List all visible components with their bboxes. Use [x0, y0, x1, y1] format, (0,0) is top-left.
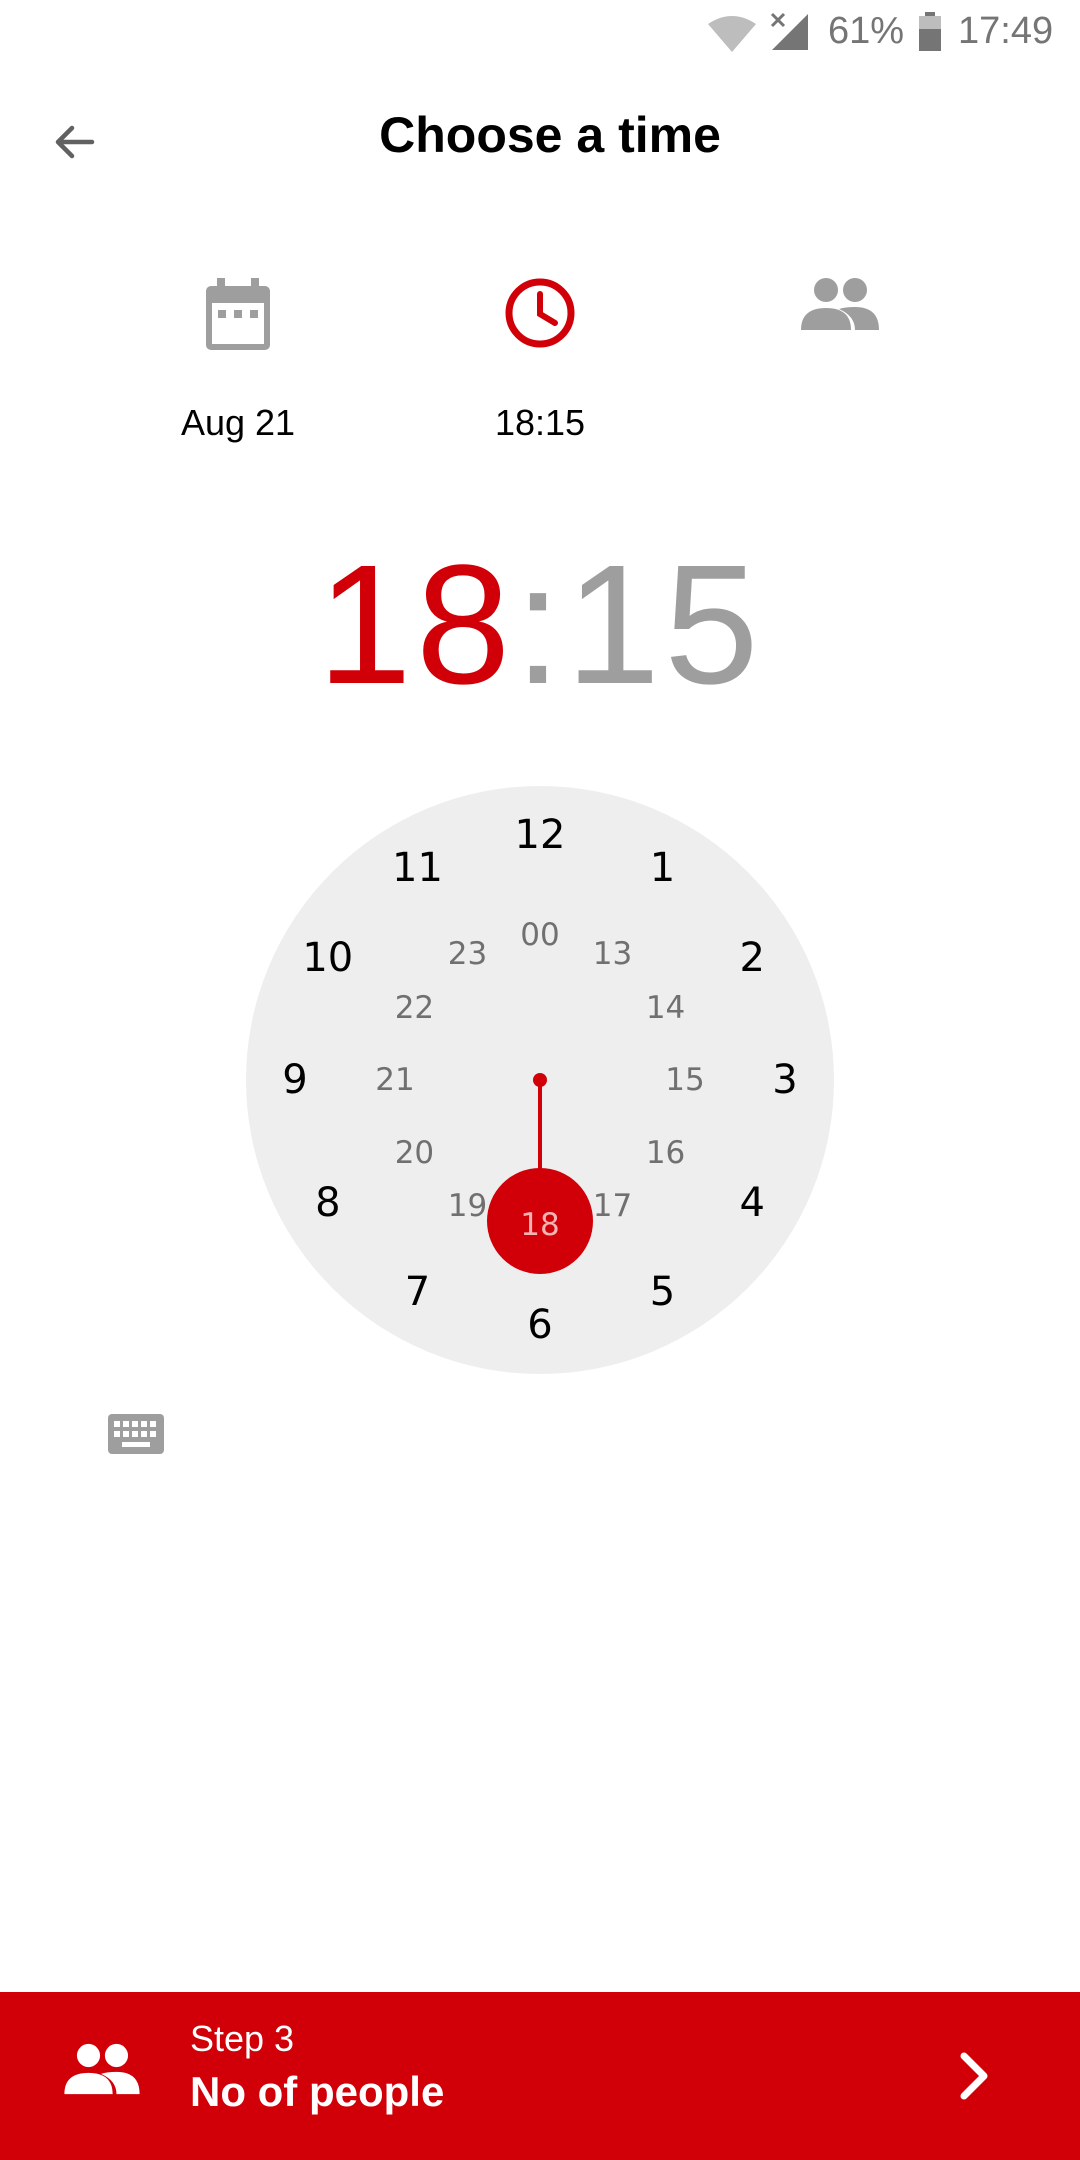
cell-signal-no-data-icon: [768, 10, 812, 59]
dial-number-1[interactable]: 1: [623, 838, 703, 898]
hours-display[interactable]: 18: [317, 530, 514, 720]
dial-number-22[interactable]: 22: [374, 978, 454, 1038]
app-bar: Choose a time: [0, 88, 1080, 188]
dial-number-16[interactable]: 16: [626, 1123, 706, 1183]
dial-number-14[interactable]: 14: [626, 978, 706, 1038]
dial-number-11[interactable]: 11: [378, 838, 458, 898]
step-time[interactable]: 18:15: [420, 270, 660, 460]
dial-number-21[interactable]: 21: [355, 1050, 435, 1110]
battery-percent: 61%: [828, 10, 905, 52]
dial-number-2[interactable]: 2: [712, 928, 792, 988]
step-date[interactable]: Aug 21: [118, 270, 358, 460]
dial-number-4[interactable]: 4: [712, 1173, 792, 1233]
calendar-icon: [203, 276, 273, 357]
step-people[interactable]: [720, 270, 960, 460]
dial-number-17[interactable]: 17: [573, 1176, 653, 1236]
dial-number-19[interactable]: 19: [428, 1176, 508, 1236]
keyboard-icon: [108, 1414, 164, 1454]
time-display: 18:15: [0, 530, 1080, 720]
battery-icon: [918, 12, 942, 57]
wifi-icon: [706, 14, 758, 59]
dial-number-12[interactable]: 12: [500, 805, 580, 865]
dial-number-9[interactable]: 9: [255, 1050, 335, 1110]
dial-number-10[interactable]: 10: [288, 928, 368, 988]
status-time: 17:49: [958, 10, 1054, 52]
next-step-bar[interactable]: Step 3 No of people: [0, 1992, 1080, 2160]
next-step-number: Step 3: [190, 2018, 295, 2059]
dial-number-5[interactable]: 5: [623, 1262, 703, 1322]
step-time-label: 18:15: [494, 402, 586, 443]
people-icon: [799, 276, 881, 337]
dial-number-18[interactable]: 18: [500, 1195, 580, 1255]
dial-number-7[interactable]: 7: [378, 1262, 458, 1322]
next-step-name: No of people: [190, 2068, 445, 2115]
step-date-label: Aug 21: [180, 402, 296, 443]
dial-number-15[interactable]: 15: [645, 1050, 725, 1110]
status-bar: 61% 17:49: [0, 0, 1080, 66]
dial-number-8[interactable]: 8: [288, 1173, 368, 1233]
dial-number-20[interactable]: 20: [374, 1123, 454, 1183]
dial-number-13[interactable]: 13: [573, 924, 653, 984]
page-title: Choose a time: [379, 107, 721, 163]
dial-number-23[interactable]: 23: [428, 924, 508, 984]
keyboard-toggle-button[interactable]: [108, 1414, 168, 1460]
time-separator: :: [514, 530, 566, 720]
dial-number-3[interactable]: 3: [745, 1050, 825, 1110]
people-icon: [62, 2042, 142, 2101]
clock-icon: [503, 276, 577, 355]
chevron-right-icon[interactable]: [950, 2044, 1000, 2113]
dial-number-00[interactable]: 00: [500, 905, 580, 965]
dial-number-6[interactable]: 6: [500, 1295, 580, 1355]
minutes-display[interactable]: 15: [566, 530, 763, 720]
booking-steps: Aug 21 18:15: [0, 270, 1080, 460]
